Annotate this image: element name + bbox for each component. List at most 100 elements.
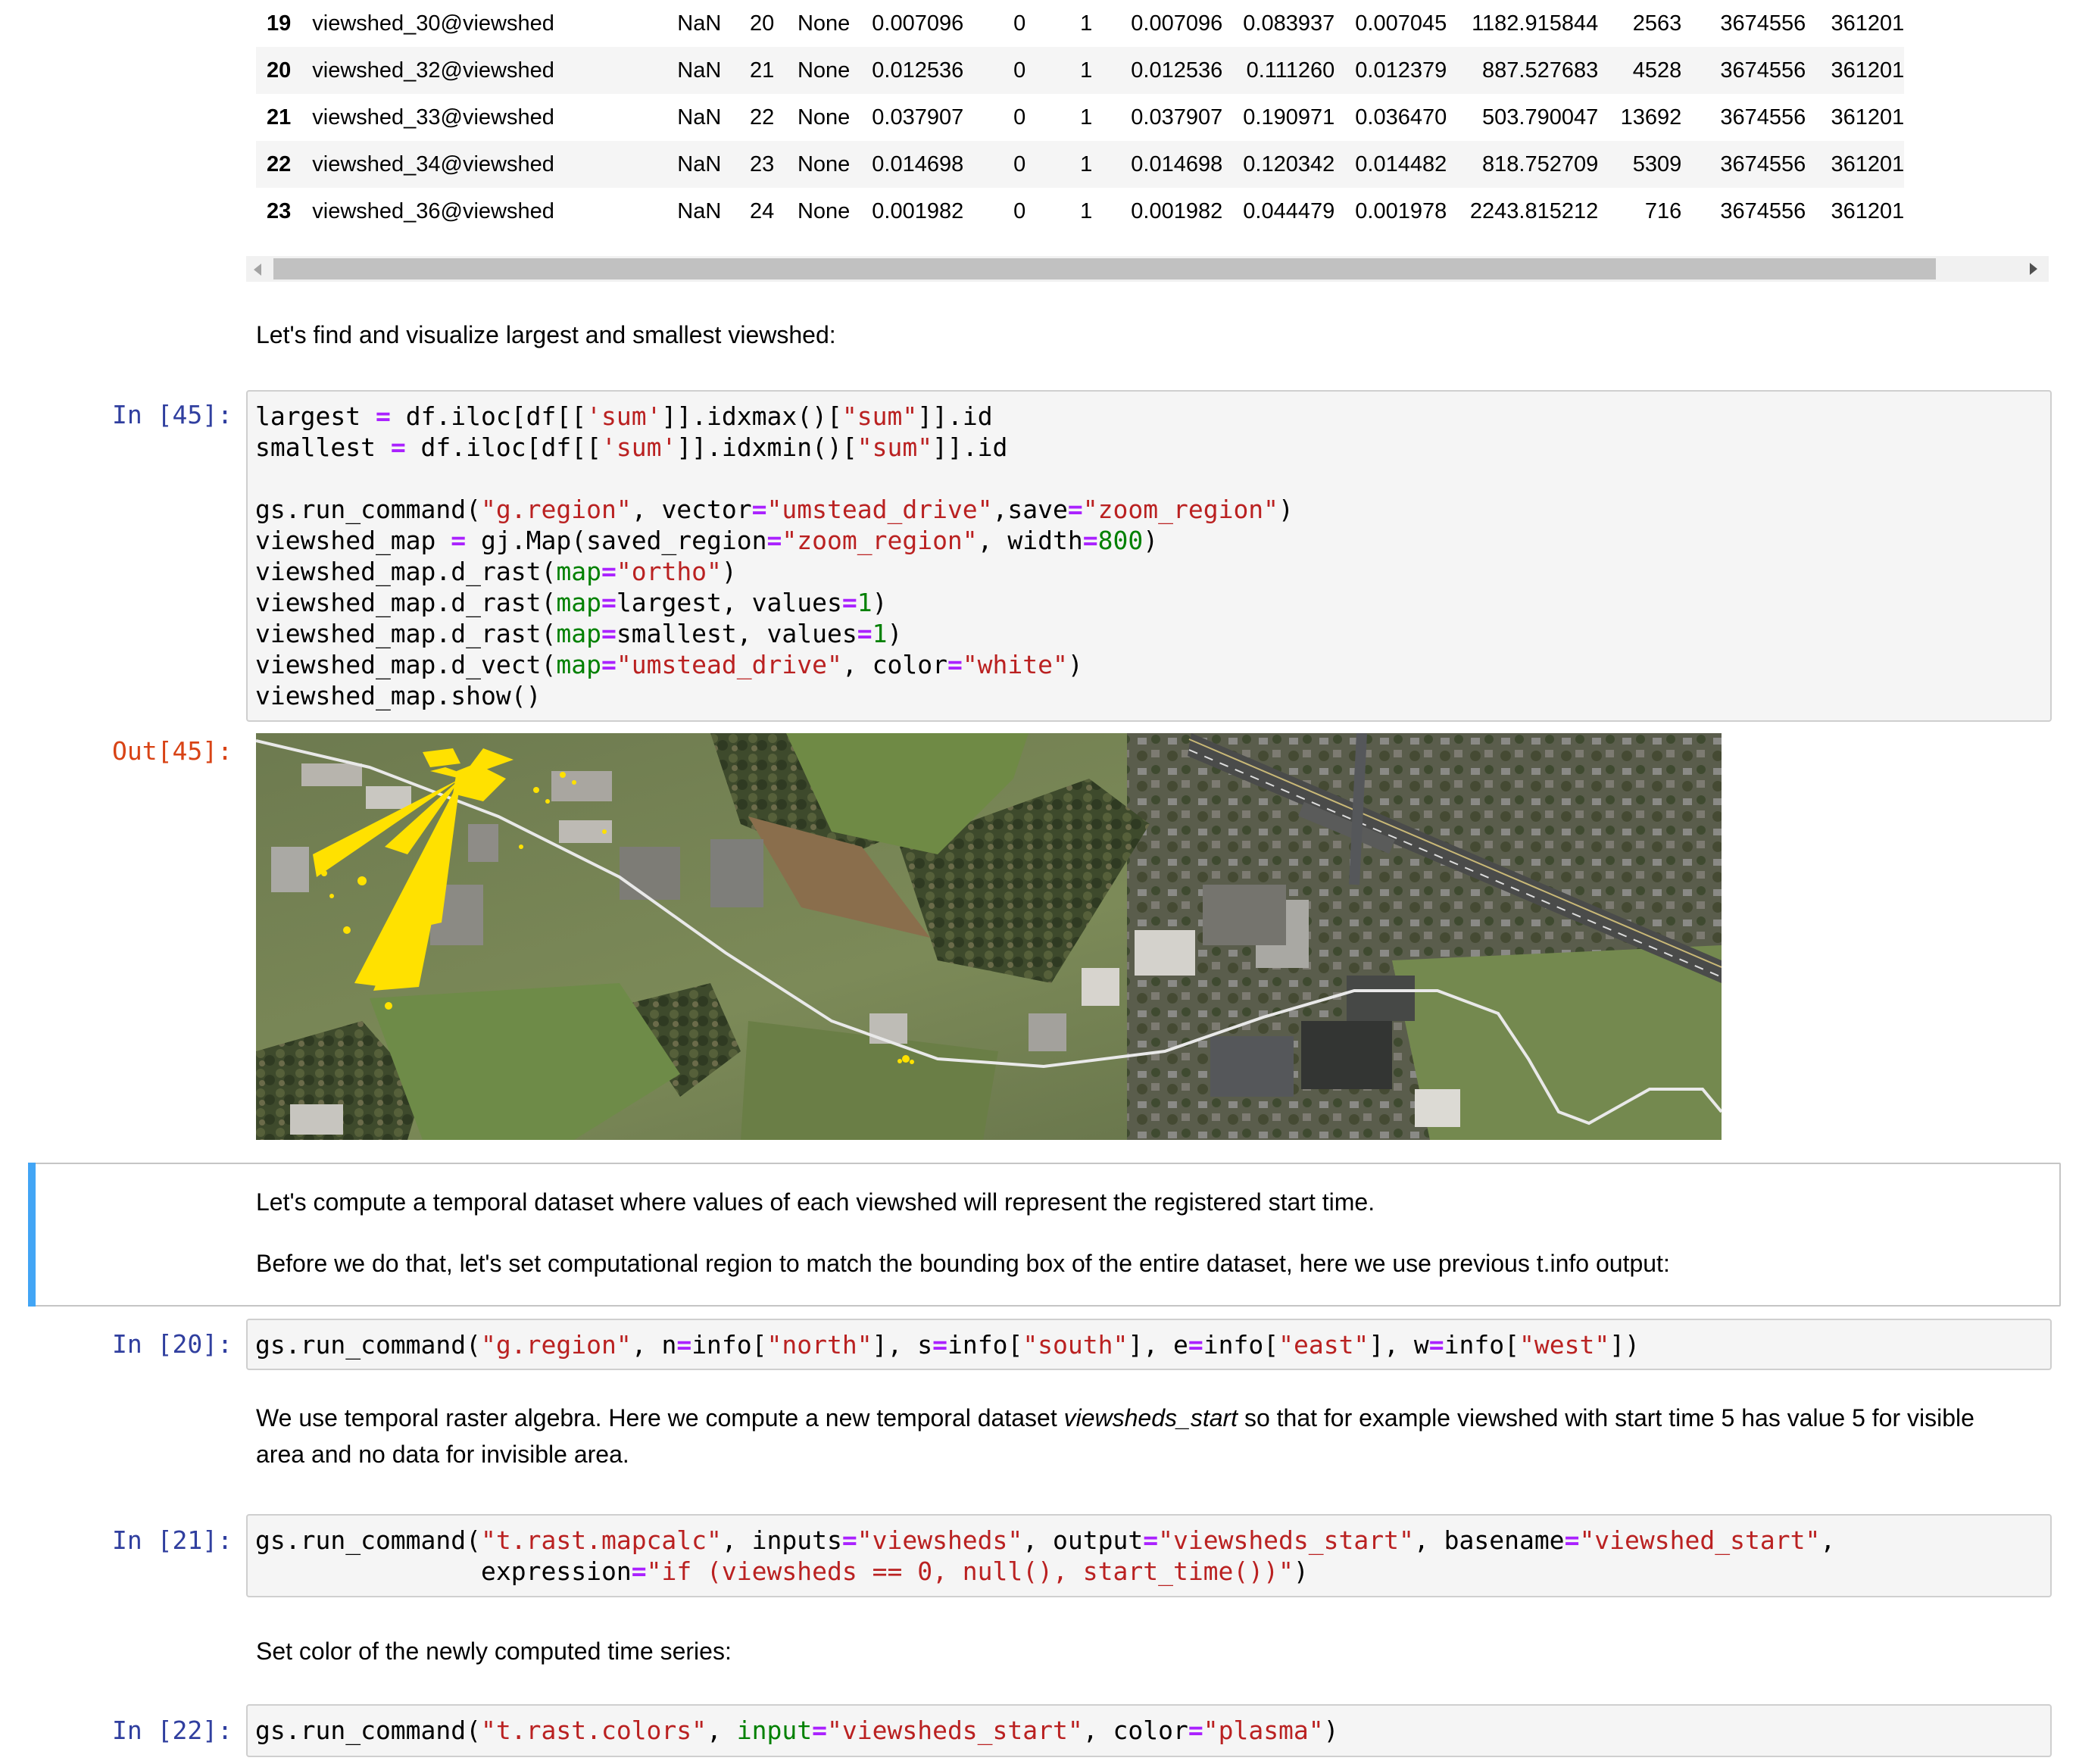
cell-21-code-editor[interactable]: gs.run_command("t.rast.mapcalc", inputs=… bbox=[246, 1514, 2052, 1597]
table-cell: 3674556 bbox=[1720, 151, 1806, 176]
table-cell: 3674556 bbox=[1720, 105, 1806, 130]
table-cell: 1 bbox=[1080, 105, 1093, 130]
table-cell: None bbox=[797, 105, 851, 130]
name-cell: viewshed_32@viewshed bbox=[312, 58, 554, 83]
table-cell: 0 bbox=[1013, 198, 1026, 223]
markdown-find-largest: Let's find and visualize largest and sma… bbox=[256, 321, 836, 348]
table-cell: 0.044479 bbox=[1243, 198, 1335, 223]
table-cell: NaN bbox=[677, 11, 722, 36]
table-cell: 3674556 bbox=[1720, 11, 1806, 36]
markdown-computational-region: Before we do that, let's set computation… bbox=[256, 1250, 1670, 1277]
table-cell: 0.001982 bbox=[872, 198, 964, 223]
table-cell: 0.036470 bbox=[1355, 105, 1447, 130]
table-cell: NaN bbox=[677, 151, 722, 176]
table-cell: 0.012536 bbox=[1131, 58, 1223, 83]
table-cell: 1182.915844 bbox=[1472, 11, 1599, 36]
md3-before: We use temporal raster algebra. Here we … bbox=[256, 1404, 1064, 1431]
table-cell: 361201 bbox=[1831, 151, 1905, 176]
table-cell: 1 bbox=[1080, 11, 1093, 36]
table-cell: 0.111260 bbox=[1246, 58, 1335, 83]
cell-20-code-editor[interactable]: gs.run_command("g.region", n=info["north… bbox=[246, 1319, 2052, 1370]
table-cell: 0 bbox=[1013, 11, 1026, 36]
table-cell: 23 bbox=[750, 151, 775, 176]
table-cell: 24 bbox=[750, 198, 775, 223]
table-row: 20 viewshed_32@viewshed NaN 21 None 0.012536 0… bbox=[256, 47, 1905, 94]
cell-45-input-prompt: In [45]: bbox=[112, 400, 233, 429]
row-index: 19 bbox=[267, 11, 292, 36]
dataframe-output: 19 viewshed_30@viewshed NaN 20 None 0.007096 0… bbox=[0, 0, 2079, 282]
viewshed-map-image bbox=[256, 733, 1722, 1140]
name-cell: viewshed_33@viewshed bbox=[312, 105, 554, 130]
table-cell: 13692 bbox=[1620, 105, 1682, 130]
cell-22-input-prompt: In [22]: bbox=[112, 1716, 233, 1745]
scrollbar-thumb[interactable] bbox=[273, 258, 1936, 279]
table-cell: 4528 bbox=[1632, 58, 1682, 83]
table-cell: 0.012379 bbox=[1355, 58, 1447, 83]
table-cell: 0.007096 bbox=[872, 11, 964, 36]
scroll-left-arrow-icon[interactable] bbox=[254, 264, 261, 276]
table-cell: 0 bbox=[1013, 58, 1026, 83]
horizontal-scrollbar[interactable] bbox=[246, 256, 2049, 282]
table-cell: 0.037907 bbox=[872, 105, 964, 130]
table-cell: 2243.815212 bbox=[1469, 198, 1599, 223]
table-row: 22 viewshed_34@viewshed NaN 23 None 0.014698 0… bbox=[256, 141, 1905, 188]
table-cell: 0.007096 bbox=[1131, 11, 1223, 36]
row-index: 20 bbox=[267, 58, 292, 83]
cell-20-input-prompt: In [20]: bbox=[112, 1329, 233, 1359]
table-cell: 0.037907 bbox=[1131, 105, 1223, 130]
cell-45-code: largest = df.iloc[df[['sum']].idxmax()["… bbox=[255, 401, 1294, 710]
table-cell: 0.014482 bbox=[1355, 151, 1447, 176]
table-cell: NaN bbox=[677, 198, 722, 223]
table-cell: 1 bbox=[1080, 151, 1093, 176]
cell-21-code: gs.run_command("t.rast.mapcalc", inputs=… bbox=[255, 1525, 1836, 1586]
dataframe-table: 19 viewshed_30@viewshed NaN 20 None 0.007096 0… bbox=[256, 0, 1905, 235]
table-row: 23 viewshed_36@viewshed NaN 24 None 0.001982 0… bbox=[256, 188, 1904, 235]
table-cell: 5309 bbox=[1632, 151, 1682, 176]
scroll-right-arrow-icon[interactable] bbox=[2030, 263, 2037, 275]
cell-22-code-editor[interactable]: gs.run_command("t.rast.colors", input="v… bbox=[246, 1704, 2052, 1757]
table-cell: 1 bbox=[1080, 58, 1093, 83]
table-cell: 0.014698 bbox=[872, 151, 964, 176]
table-cell: 0.012536 bbox=[872, 58, 964, 83]
table-cell: 818.752709 bbox=[1482, 151, 1599, 176]
table-cell: NaN bbox=[677, 58, 722, 83]
row-index: 21 bbox=[267, 105, 292, 130]
row-index: 22 bbox=[267, 151, 292, 176]
table-cell: 2563 bbox=[1632, 11, 1682, 36]
table-cell: 0 bbox=[1013, 151, 1026, 176]
table-cell: None bbox=[797, 58, 851, 83]
table-cell: 21 bbox=[750, 58, 775, 83]
table-cell: 0.007045 bbox=[1355, 11, 1447, 36]
table-cell: 0.001982 bbox=[1131, 198, 1223, 223]
markdown-set-color: Set color of the newly computed time ser… bbox=[256, 1638, 732, 1665]
cell-20-code: gs.run_command("g.region", n=info["north… bbox=[255, 1330, 1640, 1360]
cell-22-code: gs.run_command("t.rast.colors", input="v… bbox=[255, 1716, 1339, 1745]
table-cell: 503.790047 bbox=[1482, 105, 1599, 130]
table-cell: 3674556 bbox=[1720, 58, 1806, 83]
table-cell: 0.014698 bbox=[1131, 151, 1223, 176]
table-cell: 361201 bbox=[1831, 105, 1905, 130]
table-cell: 0.001978 bbox=[1355, 198, 1447, 223]
cell-45-output-prompt: Out[45]: bbox=[112, 736, 233, 766]
table-cell: None bbox=[797, 198, 851, 223]
table-row: 19 viewshed_30@viewshed NaN 20 None 0.007096 0… bbox=[256, 0, 1904, 47]
table-cell: None bbox=[797, 151, 851, 176]
name-cell: viewshed_30@viewshed bbox=[312, 11, 554, 36]
md3-emphasis: viewsheds_start bbox=[1063, 1404, 1238, 1431]
selected-cell-indicator bbox=[28, 1163, 36, 1307]
name-cell: viewshed_34@viewshed bbox=[312, 151, 554, 176]
table-cell: 361201 bbox=[1831, 58, 1905, 83]
cell-21-input-prompt: In [21]: bbox=[112, 1525, 233, 1555]
table-row: 21 viewshed_33@viewshed NaN 22 None 0.037907 0… bbox=[256, 94, 1904, 141]
table-cell: 0.083937 bbox=[1243, 11, 1335, 36]
table-cell: 3674556 bbox=[1720, 198, 1806, 223]
table-cell: 0 bbox=[1013, 105, 1026, 130]
cell-45-code-editor[interactable]: largest = df.iloc[df[['sum']].idxmax()["… bbox=[246, 390, 2052, 722]
markdown-temporal-dataset: Let's compute a temporal dataset where v… bbox=[256, 1188, 1375, 1216]
name-cell: viewshed_36@viewshed bbox=[312, 198, 554, 223]
markdown-temporal-raster-algebra: We use temporal raster algebra. Here we … bbox=[256, 1400, 2028, 1472]
table-cell: 0.190971 bbox=[1243, 105, 1335, 130]
table-cell: 20 bbox=[750, 11, 775, 36]
table-cell: 361201 bbox=[1831, 198, 1905, 223]
table-cell: 887.527683 bbox=[1482, 58, 1599, 83]
